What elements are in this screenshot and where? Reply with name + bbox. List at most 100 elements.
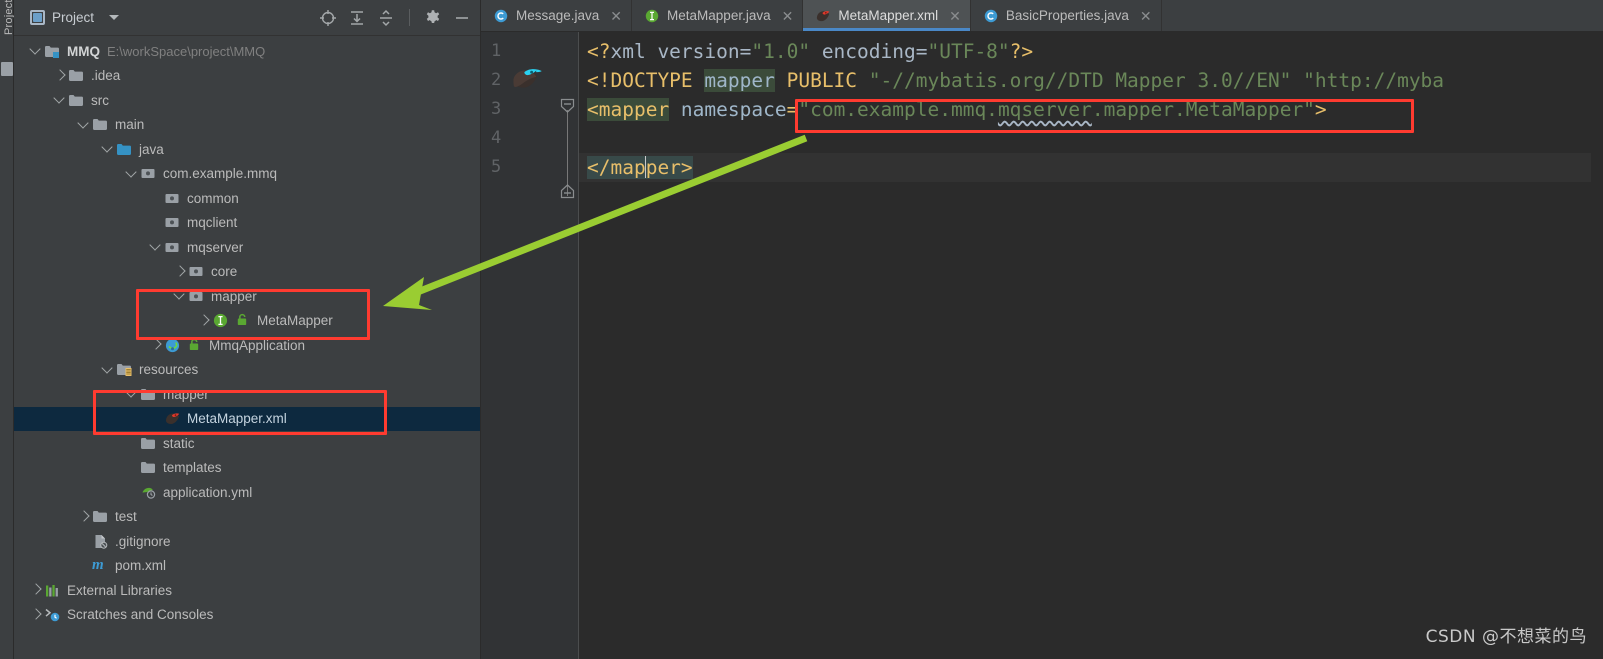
tree-row-common[interactable]: common [14,186,480,211]
tree-row-pom.xml[interactable]: m pom.xml [14,554,480,579]
project-panel-title-group[interactable]: Project [30,10,120,25]
minimize-icon[interactable] [452,8,472,28]
code-text[interactable]: <?xml version="1.0" encoding="UTF-8"?> <… [579,32,1603,659]
folder-icon [140,459,157,476]
code-token: "com.example.mmq. [798,98,998,121]
close-icon[interactable]: ✕ [949,9,961,23]
code-token: .mapper.MetaMapper" [1091,98,1315,121]
code-token: per> [645,156,693,179]
tree-row-mmq[interactable]: MMQ E:\workSpace\project\MMQ [14,39,480,64]
chevron-right-icon[interactable] [28,582,44,598]
folder-icon [92,508,109,525]
code-line-1: <?xml version="1.0" encoding="UTF-8"?> [579,37,1603,66]
lock-green-icon [235,312,249,329]
project-tree[interactable]: MMQ E:\workSpace\project\MMQ .idea src main j… [14,36,480,627]
chevron-down-icon[interactable] [52,92,68,108]
code-token: "UTF-8" [927,40,1010,63]
chevron-down-icon[interactable] [148,239,164,255]
yaml-icon [140,484,157,501]
tree-row-test[interactable]: test [14,505,480,530]
tree-row-label: MmqApplication [209,337,306,353]
tree-row-resources[interactable]: resources [14,358,480,383]
tree-row-com.example.mmq[interactable]: com.example.mmq [14,162,480,187]
editor-tab-metamapper-xml[interactable]: MetaMapper.xml ✕ [803,0,971,31]
tree-row-.gitignore[interactable]: .gitignore [14,529,480,554]
tree-row-src[interactable]: src [14,88,480,113]
gitignore-icon [92,533,109,550]
interface-icon [212,312,229,329]
tree-row-mqserver[interactable]: mqserver [14,235,480,260]
tree-row-scratches-and-consoles[interactable]: Scratches and Consoles [14,603,480,628]
tree-row-metamapper.xml[interactable]: MetaMapper.xml [14,406,480,431]
tree-row-static[interactable]: static [14,431,480,456]
editor-tab-metamapper-java[interactable]: MetaMapper.java ✕ [632,0,804,31]
source-folder-icon [116,141,133,158]
tree-row-label: templates [163,460,222,476]
chevron-down-icon[interactable] [100,362,116,378]
scratches-icon [44,606,61,623]
gear-icon[interactable] [423,8,443,28]
tree-row-label: External Libraries [67,582,173,598]
watermark-text: CSDN @不想菜的鸟 [1425,627,1587,647]
tree-row-mmqapplication[interactable]: MmqApplication [14,333,480,358]
locate-icon[interactable] [318,8,338,28]
close-icon[interactable]: ✕ [782,9,794,23]
editor-scrollbar[interactable] [1591,64,1603,659]
mybatis-bird-icon[interactable] [508,64,548,94]
chevron-down-icon[interactable] [28,43,44,59]
close-icon[interactable]: ✕ [1140,9,1152,23]
java-interface-icon [644,8,660,24]
tree-row-mapper[interactable]: mapper [14,284,480,309]
code-token: "-//mybatis.org//DTD Mapper 3.0//EN" "ht… [868,69,1445,92]
tree-row-label: core [211,264,238,280]
tree-row-label: mapper [211,288,257,304]
tree-row-java[interactable]: java [14,137,480,162]
package-icon [188,288,205,305]
tree-row-label: Scratches and Consoles [67,607,214,623]
close-icon[interactable]: ✕ [610,9,622,23]
expand-all-icon[interactable] [347,8,367,28]
code-token: xml version= [610,40,752,63]
chevron-down-icon[interactable] [124,166,140,182]
chevron-right-icon[interactable] [148,337,164,353]
editor-tab-message-java[interactable]: Message.java ✕ [481,0,633,31]
fold-collapse-icon-line3[interactable] [560,98,575,113]
editor-tab-basicproperties-java[interactable]: BasicProperties.java ✕ [971,0,1162,31]
fold-collapse-icon-line5[interactable] [560,184,575,199]
tree-row-external-libraries[interactable]: External Libraries [14,578,480,603]
java-class-icon [493,8,509,24]
tree-row-main[interactable]: main [14,113,480,138]
spring-class-icon [164,337,181,354]
tree-row-.idea[interactable]: .idea [14,64,480,89]
chevron-down-icon[interactable] [124,386,140,402]
tree-row-label: main [115,117,145,133]
code-token-unresolved: mqserver [997,98,1092,121]
tree-row-core[interactable]: core [14,260,480,285]
chevron-right-icon[interactable] [196,313,212,329]
fold-gutter[interactable] [557,32,579,659]
tree-row-metamapper[interactable]: MetaMapper [14,309,480,334]
code-line-2: <!DOCTYPE mapper PUBLIC "-//mybatis.org/… [579,66,1603,95]
collapse-all-icon[interactable] [376,8,396,28]
chevron-down-icon[interactable] [100,141,116,157]
tree-row-templates[interactable]: templates [14,456,480,481]
tree-row-label: com.example.mmq [163,166,278,182]
tree-row-label: test [115,509,137,525]
chevron-down-icon[interactable] [109,15,120,20]
chevron-right-icon[interactable] [52,68,68,84]
code-token: = [786,98,799,121]
tree-row-application.yml[interactable]: application.yml [14,480,480,505]
code-editor[interactable]: 1 2 3 4 5 <?xml version="1.0" encoding="… [481,32,1603,659]
chevron-right-icon[interactable] [28,607,44,623]
tree-row-label: application.yml [163,484,253,500]
editor-tab-bar[interactable]: Message.java ✕ MetaMapper.java ✕ MetaMapper.… [481,0,1603,32]
chevron-right-icon[interactable] [76,509,92,525]
chevron-down-icon[interactable] [76,117,92,133]
chevron-down-icon[interactable] [172,288,188,304]
chevron-right-icon[interactable] [172,264,188,280]
tree-row-mqclient[interactable]: mqclient [14,211,480,236]
tree-row-mapper[interactable]: mapper [14,382,480,407]
